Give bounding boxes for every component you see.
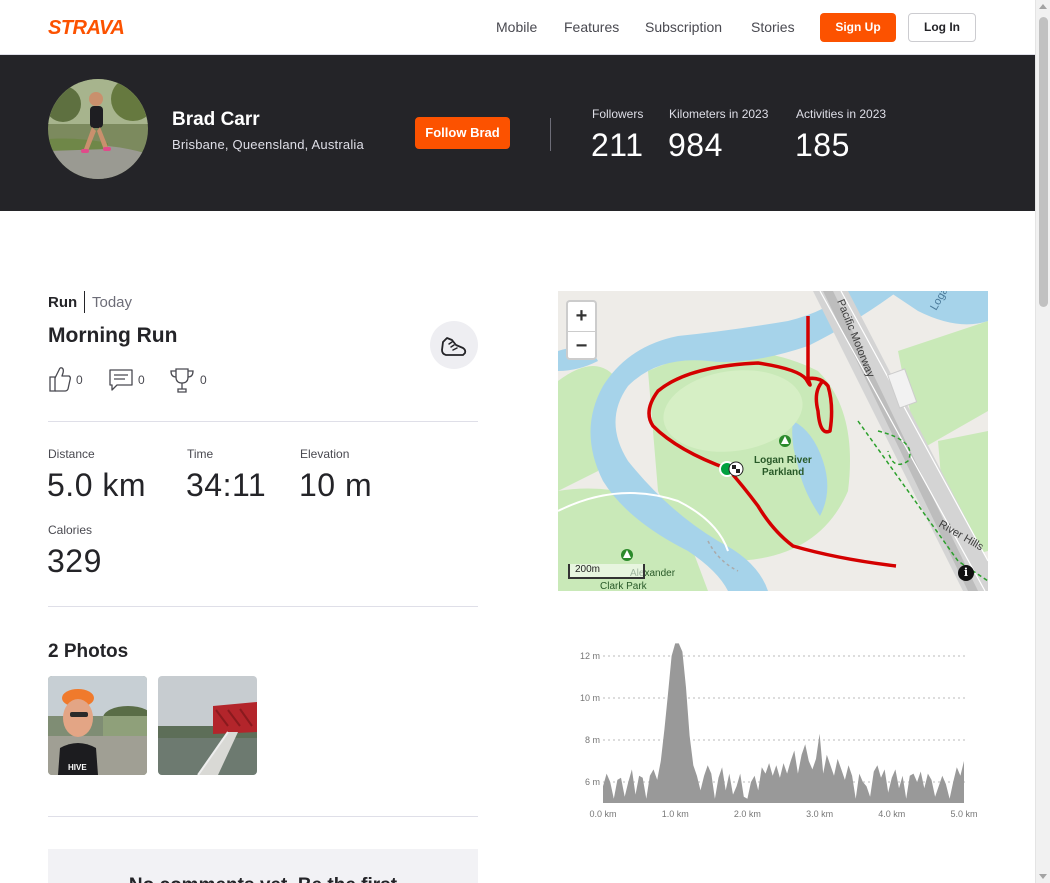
kilometers-label: Kilometers in 2023 bbox=[669, 107, 769, 121]
athlete-location: Brisbane, Queensland, Australia bbox=[172, 137, 364, 152]
x-tick-label: 5.0 km bbox=[950, 809, 977, 819]
athlete-name[interactable]: Brad Carr bbox=[172, 109, 260, 131]
y-tick-label: 6 m bbox=[585, 777, 600, 787]
page-scrollbar[interactable] bbox=[1035, 0, 1050, 883]
kudos-count: 0 bbox=[76, 373, 83, 387]
elevation-value: 10 m bbox=[299, 467, 373, 503]
park-label-line2: Parkland bbox=[762, 467, 804, 478]
route-map[interactable]: Pacific Motorway Logan River Parkland Al… bbox=[558, 291, 988, 591]
time-value: 34:11 bbox=[186, 467, 267, 503]
nav-link-subscription[interactable]: Subscription bbox=[645, 19, 722, 35]
x-tick-label: 2.0 km bbox=[734, 809, 761, 819]
distance-value: 5.0 km bbox=[47, 467, 147, 503]
top-navigation: STRAVA Mobile Features Subscription Stor… bbox=[0, 0, 1035, 55]
info-icon[interactable]: i bbox=[958, 565, 974, 581]
activity-date: Today bbox=[92, 294, 133, 311]
kilometers-value: 984 bbox=[668, 127, 723, 163]
log-in-button[interactable]: Log In bbox=[908, 13, 976, 42]
scroll-thumb[interactable] bbox=[1039, 17, 1048, 307]
brand-text: STRAVA bbox=[48, 18, 124, 36]
activity-title: Morning Run bbox=[48, 324, 178, 347]
x-tick-label: 0.0 km bbox=[589, 809, 616, 819]
header-divider bbox=[550, 118, 551, 151]
map-tiles: Pacific Motorway Logan River Parkland Al… bbox=[558, 291, 988, 591]
elevation-chart[interactable]: 6 m 8 m 10 m 12 m 0.0 km 1.0 km 2.0 km 3.0 km 4.… bbox=[558, 625, 988, 825]
park2-label-line2: Clark Park bbox=[600, 581, 648, 591]
comment-icon bbox=[109, 369, 133, 391]
activities-label: Activities in 2023 bbox=[796, 107, 887, 121]
nav-link-mobile[interactable]: Mobile bbox=[496, 19, 537, 35]
followers-value: 211 bbox=[591, 127, 644, 163]
shoe-icon bbox=[441, 337, 467, 356]
activity-type: Run bbox=[48, 294, 78, 311]
divider bbox=[48, 606, 478, 607]
y-tick-label: 10 m bbox=[580, 693, 600, 703]
zoom-in-button[interactable]: + bbox=[568, 302, 595, 331]
scroll-up-arrow[interactable] bbox=[1039, 4, 1047, 9]
followers-label: Followers bbox=[592, 107, 644, 121]
follow-button[interactable]: Follow Brad bbox=[415, 117, 510, 149]
trophy-icon bbox=[170, 368, 194, 393]
activity-type-divider bbox=[84, 291, 85, 313]
divider bbox=[48, 816, 478, 817]
comments-button[interactable]: 0 bbox=[108, 366, 148, 394]
sign-up-button[interactable]: Sign Up bbox=[820, 13, 896, 42]
distance-label: Distance bbox=[48, 447, 95, 461]
time-label: Time bbox=[187, 447, 214, 461]
scroll-down-arrow[interactable] bbox=[1039, 874, 1047, 879]
comments-section: No comments yet. Be the first bbox=[48, 849, 478, 883]
athlete-header: Brad Carr Brisbane, Queensland, Australi… bbox=[0, 55, 1035, 211]
empty-comments-message: No comments yet. Be the first bbox=[48, 875, 478, 883]
zoom-controls: + − bbox=[566, 300, 597, 360]
nav-link-stories[interactable]: Stories bbox=[751, 19, 795, 35]
map-scale: 200m bbox=[568, 564, 645, 579]
thumbs-up-icon bbox=[49, 367, 71, 392]
comments-count: 0 bbox=[138, 373, 145, 387]
calories-label: Calories bbox=[48, 523, 93, 537]
achievements-button[interactable]: 0 bbox=[169, 366, 209, 394]
achievements-count: 0 bbox=[200, 373, 207, 387]
photo-thumbnail-1[interactable]: HIVE bbox=[48, 676, 147, 775]
activity-page: STRAVA Mobile Features Subscription Stor… bbox=[0, 0, 1050, 883]
gear-shoe-button[interactable] bbox=[430, 321, 478, 369]
strava-logo[interactable]: STRAVA bbox=[48, 18, 144, 36]
y-tick-label: 8 m bbox=[585, 735, 600, 745]
activities-value: 185 bbox=[795, 127, 850, 163]
zoom-out-button[interactable]: − bbox=[568, 332, 595, 361]
x-tick-label: 3.0 km bbox=[806, 809, 833, 819]
photo-thumbnail-2[interactable] bbox=[158, 676, 257, 775]
x-tick-label: 4.0 km bbox=[878, 809, 905, 819]
kudos-button[interactable]: 0 bbox=[48, 366, 88, 394]
avatar[interactable] bbox=[48, 79, 148, 179]
park-label-line1: Logan River bbox=[754, 455, 812, 466]
elevation-area bbox=[603, 643, 964, 803]
y-tick-label: 12 m bbox=[580, 651, 600, 661]
elevation-label: Elevation bbox=[300, 447, 350, 461]
nav-link-features[interactable]: Features bbox=[564, 19, 619, 35]
calories-value: 329 bbox=[47, 543, 102, 579]
shirt-print: HIVE bbox=[68, 763, 87, 772]
x-tick-label: 1.0 km bbox=[662, 809, 689, 819]
divider bbox=[48, 421, 478, 422]
photos-title: 2 Photos bbox=[48, 641, 129, 662]
